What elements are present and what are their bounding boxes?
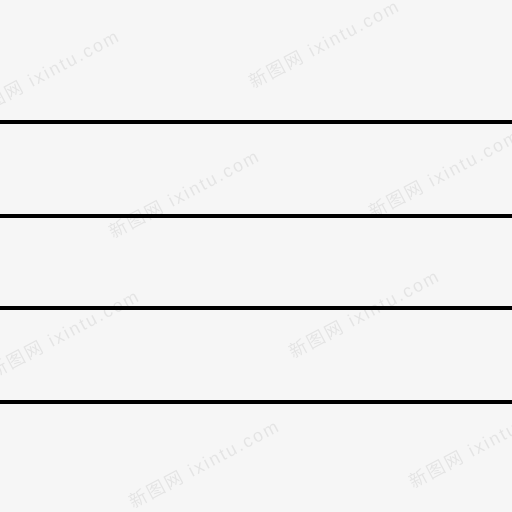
watermark-text: 新图网 ixintu.com	[0, 22, 124, 124]
menu-line-3	[0, 306, 512, 310]
watermark-text: 新图网 ixintu.com	[364, 122, 512, 224]
menu-line-1	[0, 120, 512, 124]
watermark-text: 新图网 ixintu.com	[124, 412, 285, 512]
watermark-text: 新图网 ixintu.com	[244, 0, 405, 94]
menu-line-4	[0, 400, 512, 404]
menu-line-2	[0, 214, 512, 218]
watermark-text: 新图网 ixintu.com	[104, 142, 265, 244]
watermark-text: 新图网 ixintu.com	[0, 282, 144, 384]
watermark-text: 新图网 ixintu.com	[284, 262, 445, 364]
watermark-text: 新图网 ixintu.com	[404, 392, 512, 494]
